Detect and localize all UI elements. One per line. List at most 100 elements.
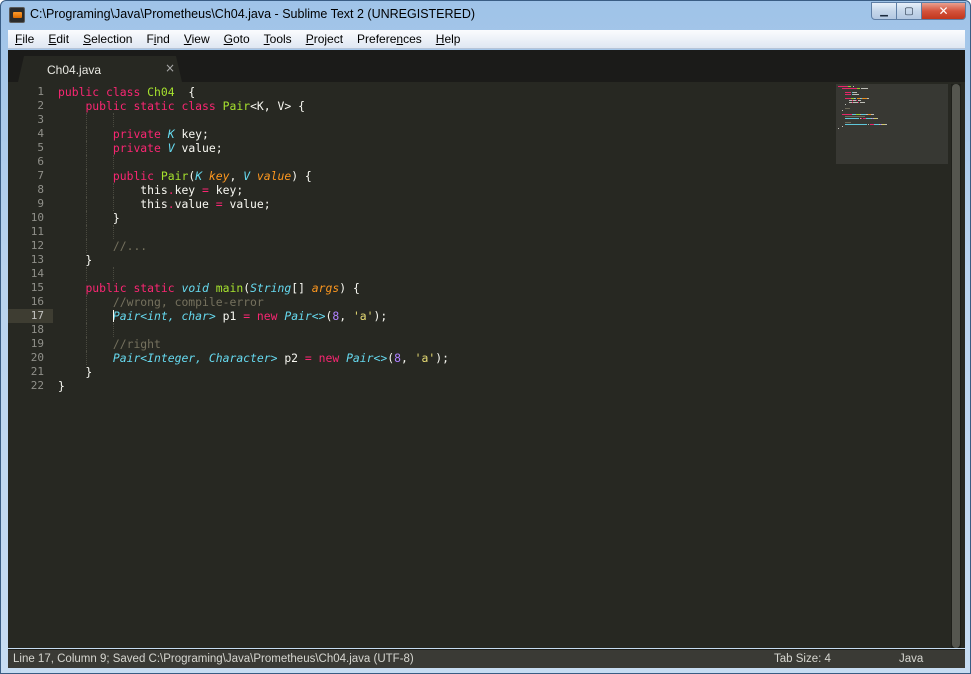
indent-guide [85, 337, 87, 351]
indent-guide [85, 225, 87, 239]
line-number: 16 [30, 295, 44, 308]
minimize-button[interactable]: ▁ [871, 2, 897, 20]
menu-preferences[interactable]: Preferences [350, 30, 429, 49]
code-line[interactable] [58, 155, 833, 169]
line-number: 22 [30, 379, 44, 392]
minimap-stroke [855, 98, 856, 99]
line-number: 3 [37, 113, 44, 126]
indent-guide [113, 197, 115, 211]
minimap-stroke [838, 128, 839, 129]
code-line[interactable]: public class Ch04 { [58, 85, 833, 99]
minimap-stroke [853, 86, 855, 87]
menu-edit[interactable]: Edit [41, 30, 76, 49]
code-line[interactable]: //right [58, 337, 833, 351]
minimap-stroke [845, 124, 867, 125]
line-number: 15 [30, 281, 44, 294]
menu-goto[interactable]: Goto [217, 30, 257, 49]
line-number: 4 [37, 127, 44, 140]
minimap-stroke [853, 92, 857, 93]
menu-find[interactable]: Find [139, 30, 176, 49]
syntax-indicator[interactable]: Java [899, 653, 923, 665]
line-number: 5 [37, 141, 44, 154]
minimap-stroke [841, 110, 843, 111]
indent-guide [85, 309, 87, 323]
indent-guide [113, 155, 115, 169]
sublime-app-icon[interactable] [9, 7, 25, 23]
vertical-scrollbar[interactable] [951, 84, 961, 648]
code-editor[interactable]: 1 2 3 4 5 6 7 8 9 10 11 12 13 14 15 16 17 18 19 20 21 22 publ… [8, 82, 965, 648]
code-line[interactable] [58, 225, 833, 239]
code-line[interactable] [58, 267, 833, 281]
indent-guide [85, 351, 87, 365]
window-controls: ▁ ▢ ✕ [871, 2, 966, 22]
status-position: Line 17, Column 9; Saved C:\Programing\J… [13, 653, 414, 665]
code-line[interactable]: public Pair(K key, V value) { [58, 169, 833, 183]
tab-size-indicator[interactable]: Tab Size: 4 [774, 653, 831, 665]
app-window: C:\Programing\Java\Prometheus\Ch04.java … [0, 0, 971, 674]
minimap-stroke [860, 98, 862, 99]
minimap-stroke [845, 118, 859, 119]
minimap-stroke [859, 102, 865, 103]
minimap-stroke [856, 100, 857, 101]
minimap-stroke [851, 92, 853, 93]
line-number: 17 [30, 309, 44, 322]
code-line[interactable]: public static void main(String[] args) { [58, 281, 833, 295]
title-bar[interactable]: C:\Programing\Java\Prometheus\Ch04.java … [1, 1, 970, 29]
tab-ch04-java[interactable]: Ch04.java × [18, 56, 182, 82]
code-line[interactable]: } [58, 253, 833, 267]
maximize-button[interactable]: ▢ [896, 2, 922, 20]
code-line[interactable]: Pair<Integer, Character> p2 = new Pair<>… [58, 351, 833, 365]
minimap-stroke [860, 88, 868, 89]
code-line[interactable] [58, 323, 833, 337]
minimap-stroke [845, 108, 850, 109]
scroll-thumb[interactable] [952, 84, 960, 648]
window-title: C:\Programing\Java\Prometheus\Ch04.java … [30, 7, 476, 21]
indent-guide [85, 141, 87, 155]
minimap-stroke [853, 94, 859, 95]
indent-guide [85, 295, 87, 309]
menu-tools[interactable]: Tools [257, 30, 299, 49]
line-number: 6 [37, 155, 44, 168]
minimap-stroke [847, 86, 852, 87]
code-line[interactable]: private K key; [58, 127, 833, 141]
minimap-stroke [871, 114, 874, 115]
line-number: 11 [30, 225, 44, 238]
code-line[interactable] [58, 113, 833, 127]
minimap-stroke [884, 124, 887, 125]
line-number: 10 [30, 211, 44, 224]
close-icon: ✕ [938, 4, 949, 18]
line-number: 13 [30, 253, 44, 266]
menu-bar: File Edit Selection Find View Goto Tools Projec… [8, 30, 965, 49]
indent-guide [85, 267, 87, 281]
line-number-gutter: 1 2 3 4 5 6 7 8 9 10 11 12 13 14 15 16 17 18 19 20 21 22 [8, 85, 44, 393]
close-button[interactable]: ✕ [921, 2, 966, 20]
minimap-stroke [857, 100, 862, 101]
minimap-stroke [866, 98, 870, 99]
indent-guide [85, 113, 87, 127]
code-line[interactable]: //... [58, 239, 833, 253]
menu-file[interactable]: File [8, 30, 41, 49]
menu-view[interactable]: View [177, 30, 217, 49]
code-line[interactable]: public static class Pair<K, V> { [58, 99, 833, 113]
line-number: 21 [30, 365, 44, 378]
tab-close-icon[interactable]: × [165, 61, 175, 75]
code-area[interactable]: public class Ch04 { public static class … [58, 85, 833, 393]
indent-guide [85, 323, 87, 337]
indent-guide [113, 267, 115, 281]
menu-selection[interactable]: Selection [76, 30, 139, 49]
code-line[interactable]: this.value = value; [58, 197, 833, 211]
code-line[interactable]: } [58, 365, 833, 379]
line-number: 12 [30, 239, 44, 252]
menu-help[interactable]: Help [429, 30, 468, 49]
indent-guide [85, 169, 87, 183]
code-line[interactable]: this.key = key; [58, 183, 833, 197]
code-line[interactable]: } [58, 379, 833, 393]
menu-project[interactable]: Project [299, 30, 350, 49]
code-line[interactable]: } [58, 211, 833, 225]
minimap[interactable] [836, 84, 948, 164]
indent-guide [113, 113, 115, 127]
code-line[interactable]: Pair<int, char> p1 = new Pair<>(8, 'a'); [58, 309, 833, 323]
code-line[interactable]: private V value; [58, 141, 833, 155]
code-line[interactable]: //wrong, compile-error [58, 295, 833, 309]
line-number: 9 [37, 197, 44, 210]
